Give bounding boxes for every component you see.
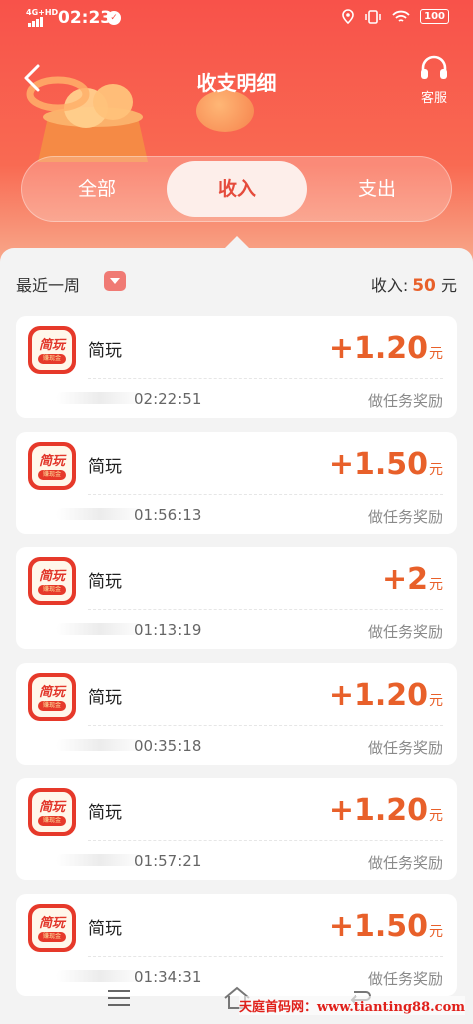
amount: +1.20元 — [329, 676, 443, 721]
redacted-date — [56, 739, 144, 751]
app-icon-subtext: 赚现金 — [38, 470, 66, 480]
record-card[interactable]: 简玩 赚现金 简玩 +1.20元 02:22:51 做任务奖励 — [16, 316, 457, 418]
page-title: 收支明细 — [196, 71, 277, 95]
amount-unit: 元 — [429, 924, 443, 940]
app-icon: 简玩 赚现金 — [28, 673, 76, 721]
verified-icon: ✓ — [107, 11, 121, 25]
amount: +1.20元 — [329, 791, 443, 836]
service-label: 客服 — [420, 91, 447, 106]
amount-value: +1.50 — [328, 447, 428, 482]
record-description: 做任务奖励 — [367, 623, 443, 641]
amount-value: +1.20 — [328, 793, 428, 828]
watermark: 天庭首码网：www.tianting88.com — [238, 996, 465, 1015]
record-card[interactable]: 简玩 赚现金 简玩 +1.20元 01:57:21 做任务奖励 — [16, 778, 457, 880]
app-icon-text: 简玩 — [38, 338, 65, 353]
divider — [88, 494, 443, 495]
record-description: 做任务奖励 — [367, 508, 443, 526]
record-time: 01:13:19 — [134, 621, 202, 639]
status-icons: 100 — [342, 9, 449, 24]
headset-icon — [421, 55, 447, 79]
divider — [88, 840, 443, 841]
record-description: 做任务奖励 — [367, 739, 443, 757]
divider — [88, 609, 443, 610]
app-icon: 简玩 赚现金 — [28, 788, 76, 836]
app-name: 简玩 — [88, 341, 122, 361]
app-name: 简玩 — [88, 919, 122, 939]
amount: +1.20元 — [329, 329, 443, 374]
record-time: 01:56:13 — [134, 506, 202, 524]
app-icon-text: 简玩 — [38, 454, 65, 469]
app-icon-subtext: 赚现金 — [38, 354, 66, 364]
records-panel: 最近一周 收入: 50 元 简玩 赚现金 简玩 +1.20元 02:22:51 做任务奖励简… — [0, 236, 473, 1024]
app-icon-subtext: 赚现金 — [38, 701, 66, 711]
redacted-date — [56, 508, 144, 520]
app-name: 简玩 — [88, 457, 122, 477]
income-value: 50 — [412, 276, 436, 296]
app-name: 简玩 — [88, 572, 122, 592]
tab-all[interactable]: 全部 — [27, 157, 167, 221]
app-icon-text: 简玩 — [38, 569, 65, 584]
amount: +1.50元 — [329, 445, 443, 490]
period-label[interactable]: 最近一周 — [16, 272, 80, 296]
amount-unit: 元 — [429, 693, 443, 709]
network-type: 4G+HD — [26, 8, 59, 17]
redacted-date — [56, 854, 144, 866]
divider — [88, 725, 443, 726]
app-icon-text: 简玩 — [38, 685, 65, 700]
amount: +1.50元 — [329, 907, 443, 952]
tab-income[interactable]: 收入 — [167, 161, 307, 217]
period-dropdown-icon[interactable] — [104, 271, 126, 291]
app-icon: 简玩 赚现金 — [28, 442, 76, 490]
record-card[interactable]: 简玩 赚现金 简玩 +1.50元 01:56:13 做任务奖励 — [16, 432, 457, 534]
tab-bar: 全部 收入 支出 — [21, 156, 452, 222]
coin-decoration — [196, 90, 254, 132]
app-name: 简玩 — [88, 803, 122, 823]
tab-indicator-arrow — [225, 236, 249, 248]
app-name: 简玩 — [88, 688, 122, 708]
record-time: 02:22:51 — [134, 390, 202, 408]
record-time: 00:35:18 — [134, 737, 202, 755]
battery-icon: 100 — [420, 9, 449, 24]
income-label: 收入: — [370, 276, 409, 295]
app-icon: 简玩 赚现金 — [28, 326, 76, 374]
status-bar: 4G+HD 02:23 ✓ 100 — [0, 0, 473, 36]
income-unit: 元 — [440, 276, 457, 295]
amount: +2元 — [382, 560, 443, 605]
vibrate-icon — [365, 9, 381, 24]
amount-value: +2 — [381, 562, 428, 597]
amount-value: +1.20 — [328, 331, 428, 366]
app-icon: 简玩 赚现金 — [28, 557, 76, 605]
signal-icon — [28, 17, 43, 27]
app-icon: 简玩 赚现金 — [28, 904, 76, 952]
record-card[interactable]: 简玩 赚现金 简玩 +1.20元 00:35:18 做任务奖励 — [16, 663, 457, 765]
app-icon-subtext: 赚现金 — [38, 585, 66, 595]
record-time: 01:57:21 — [134, 852, 202, 870]
amount-unit: 元 — [429, 808, 443, 824]
amount-unit: 元 — [429, 577, 443, 593]
app-icon-text: 简玩 — [38, 800, 65, 815]
divider — [88, 956, 443, 957]
redacted-date — [56, 392, 144, 404]
record-description: 做任务奖励 — [367, 392, 443, 410]
app-icon-subtext: 赚现金 — [38, 932, 66, 942]
tab-expense[interactable]: 支出 — [307, 157, 447, 221]
income-total: 收入: 50 元 — [371, 272, 457, 296]
amount-unit: 元 — [429, 462, 443, 478]
amount-value: +1.20 — [328, 678, 428, 713]
divider — [88, 378, 443, 379]
amount-unit: 元 — [429, 346, 443, 362]
redacted-date — [56, 623, 144, 635]
amount-value: +1.50 — [328, 909, 428, 944]
app-icon-text: 简玩 — [38, 916, 65, 931]
status-time: 02:23 — [58, 8, 113, 28]
app-icon-subtext: 赚现金 — [38, 816, 66, 826]
customer-service-button[interactable]: 客服 — [417, 55, 451, 106]
record-card[interactable]: 简玩 赚现金 简玩 +2元 01:13:19 做任务奖励 — [16, 547, 457, 649]
wifi-icon — [392, 10, 410, 22]
menu-icon[interactable] — [108, 990, 130, 1006]
system-nav-bar: 天庭首码网：www.tianting88.com — [0, 980, 473, 1024]
location-icon — [342, 9, 354, 24]
record-description: 做任务奖励 — [367, 854, 443, 872]
filter-row: 最近一周 收入: 50 元 — [16, 270, 457, 296]
